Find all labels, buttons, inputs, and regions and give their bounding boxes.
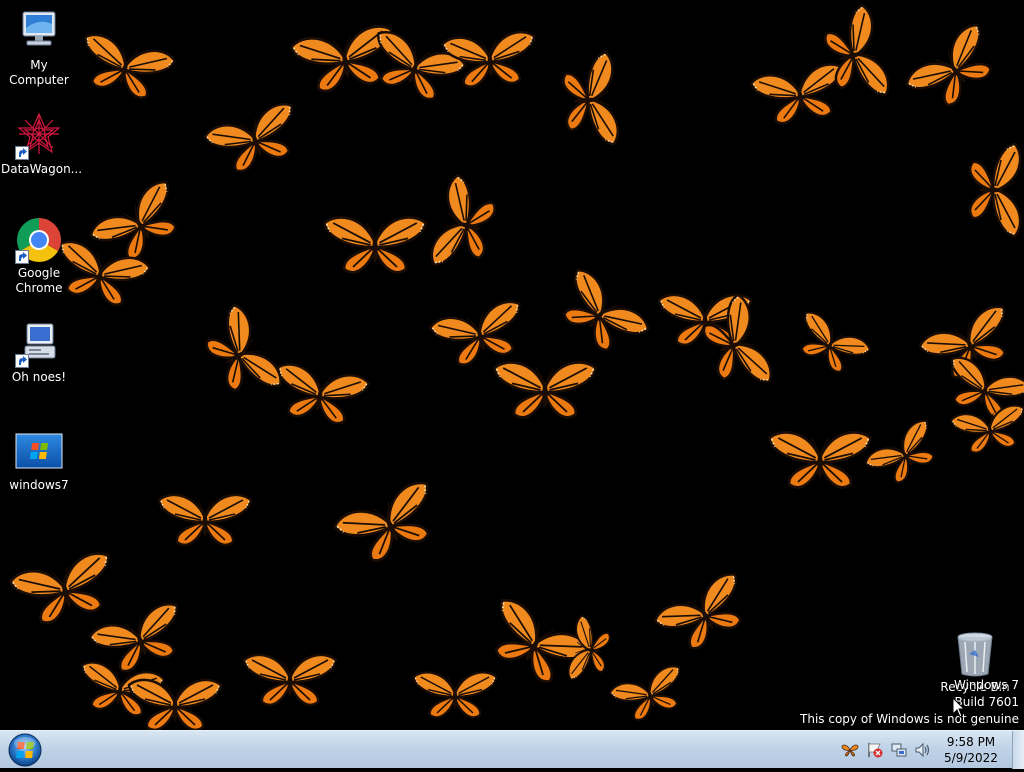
network-icon[interactable] — [890, 741, 908, 759]
clock-time: 9:58 PM — [946, 735, 996, 749]
butterfly-graphic — [194, 301, 286, 409]
butterfly-graphic — [902, 19, 1008, 120]
butterfly-graphic — [607, 662, 693, 728]
butterfly-graphic — [547, 264, 653, 365]
volume-icon[interactable] — [914, 741, 932, 759]
butterfly-graphic — [817, 2, 893, 108]
icon-label: Oh noes! — [11, 370, 67, 384]
butterfly-wallpaper — [7, 2, 1024, 730]
taskbar: 9:58 PM 5/9/2022 — [0, 730, 1024, 769]
butterfly-graphic — [560, 50, 621, 150]
butterfly-app-icon[interactable] — [841, 741, 859, 759]
shortcut-arrow-icon — [15, 146, 29, 160]
butterfly-graphic — [201, 99, 308, 181]
butterfly-graphic — [427, 297, 533, 373]
shortcut-arrow-icon — [15, 250, 29, 264]
datawagon-icon — [15, 112, 63, 160]
clock[interactable]: 9:58 PM 5/9/2022 — [936, 734, 1006, 766]
butterfly-graphic — [7, 548, 123, 631]
oh-noes-icon — [15, 320, 63, 368]
butterfly-graphic — [242, 653, 338, 707]
butterfly-graphic — [651, 569, 759, 661]
butterfly-graphic — [269, 361, 371, 429]
watermark-build: Build 7601 — [954, 695, 1019, 709]
clock-date: 5/9/2022 — [944, 751, 998, 765]
butterfly-graphic — [768, 431, 872, 489]
watermark-genuine-notice: This copy of Windows is not genuine — [800, 712, 1019, 726]
mouse-cursor-icon — [952, 697, 966, 718]
butterfly-graphic — [127, 678, 223, 730]
icon-label: Google Chrome — [15, 266, 63, 295]
butterfly-graphic — [86, 176, 194, 273]
windows7-image-icon — [15, 428, 63, 476]
desktop-icon-oh-noes[interactable]: Oh noes! — [1, 320, 77, 385]
show-desktop-button[interactable] — [1012, 731, 1024, 769]
icon-label: DataWagon... — [1, 162, 83, 176]
system-tray: 9:58 PM 5/9/2022 — [834, 731, 1024, 769]
icon-label: My Computer — [9, 58, 69, 87]
chrome-icon — [15, 216, 63, 264]
shortcut-arrow-icon — [15, 354, 29, 368]
butterfly-graphic — [427, 172, 503, 278]
butterfly-graphic — [323, 216, 427, 274]
computer-icon — [15, 8, 63, 56]
recycle-bin-icon — [951, 630, 999, 678]
windows-not-genuine-watermark: Windows 7 Build 7601 This copy of Window… — [800, 677, 1019, 728]
butterfly-graphic — [157, 493, 253, 547]
windows-orb-icon — [8, 733, 42, 767]
watermark-os-name: Windows 7 — [953, 678, 1019, 692]
desktop-icon-my-computer[interactable]: My Computer — [1, 8, 77, 88]
start-button[interactable] — [5, 732, 45, 768]
butterfly-graphic — [749, 61, 851, 129]
desktop-icon-datawagon[interactable]: DataWagon... — [1, 112, 83, 177]
butterfly-graphic — [787, 308, 873, 382]
butterfly-graphic — [331, 477, 449, 573]
butterfly-graphic — [968, 142, 1022, 238]
desktop-icon-google-chrome[interactable]: Google Chrome — [1, 216, 77, 296]
desktop-icon-windows7[interactable]: windows7 — [1, 428, 77, 493]
butterfly-graphic — [72, 30, 178, 106]
butterfly-graphic — [862, 416, 948, 494]
butterfly-graphic — [493, 361, 597, 419]
desktop[interactable]: My Computer DataWagon... Google Chrome O… — [0, 0, 1024, 730]
action-center-flag-icon[interactable] — [866, 741, 884, 759]
butterfly-graphic — [412, 671, 498, 719]
icon-label: windows7 — [9, 478, 69, 492]
